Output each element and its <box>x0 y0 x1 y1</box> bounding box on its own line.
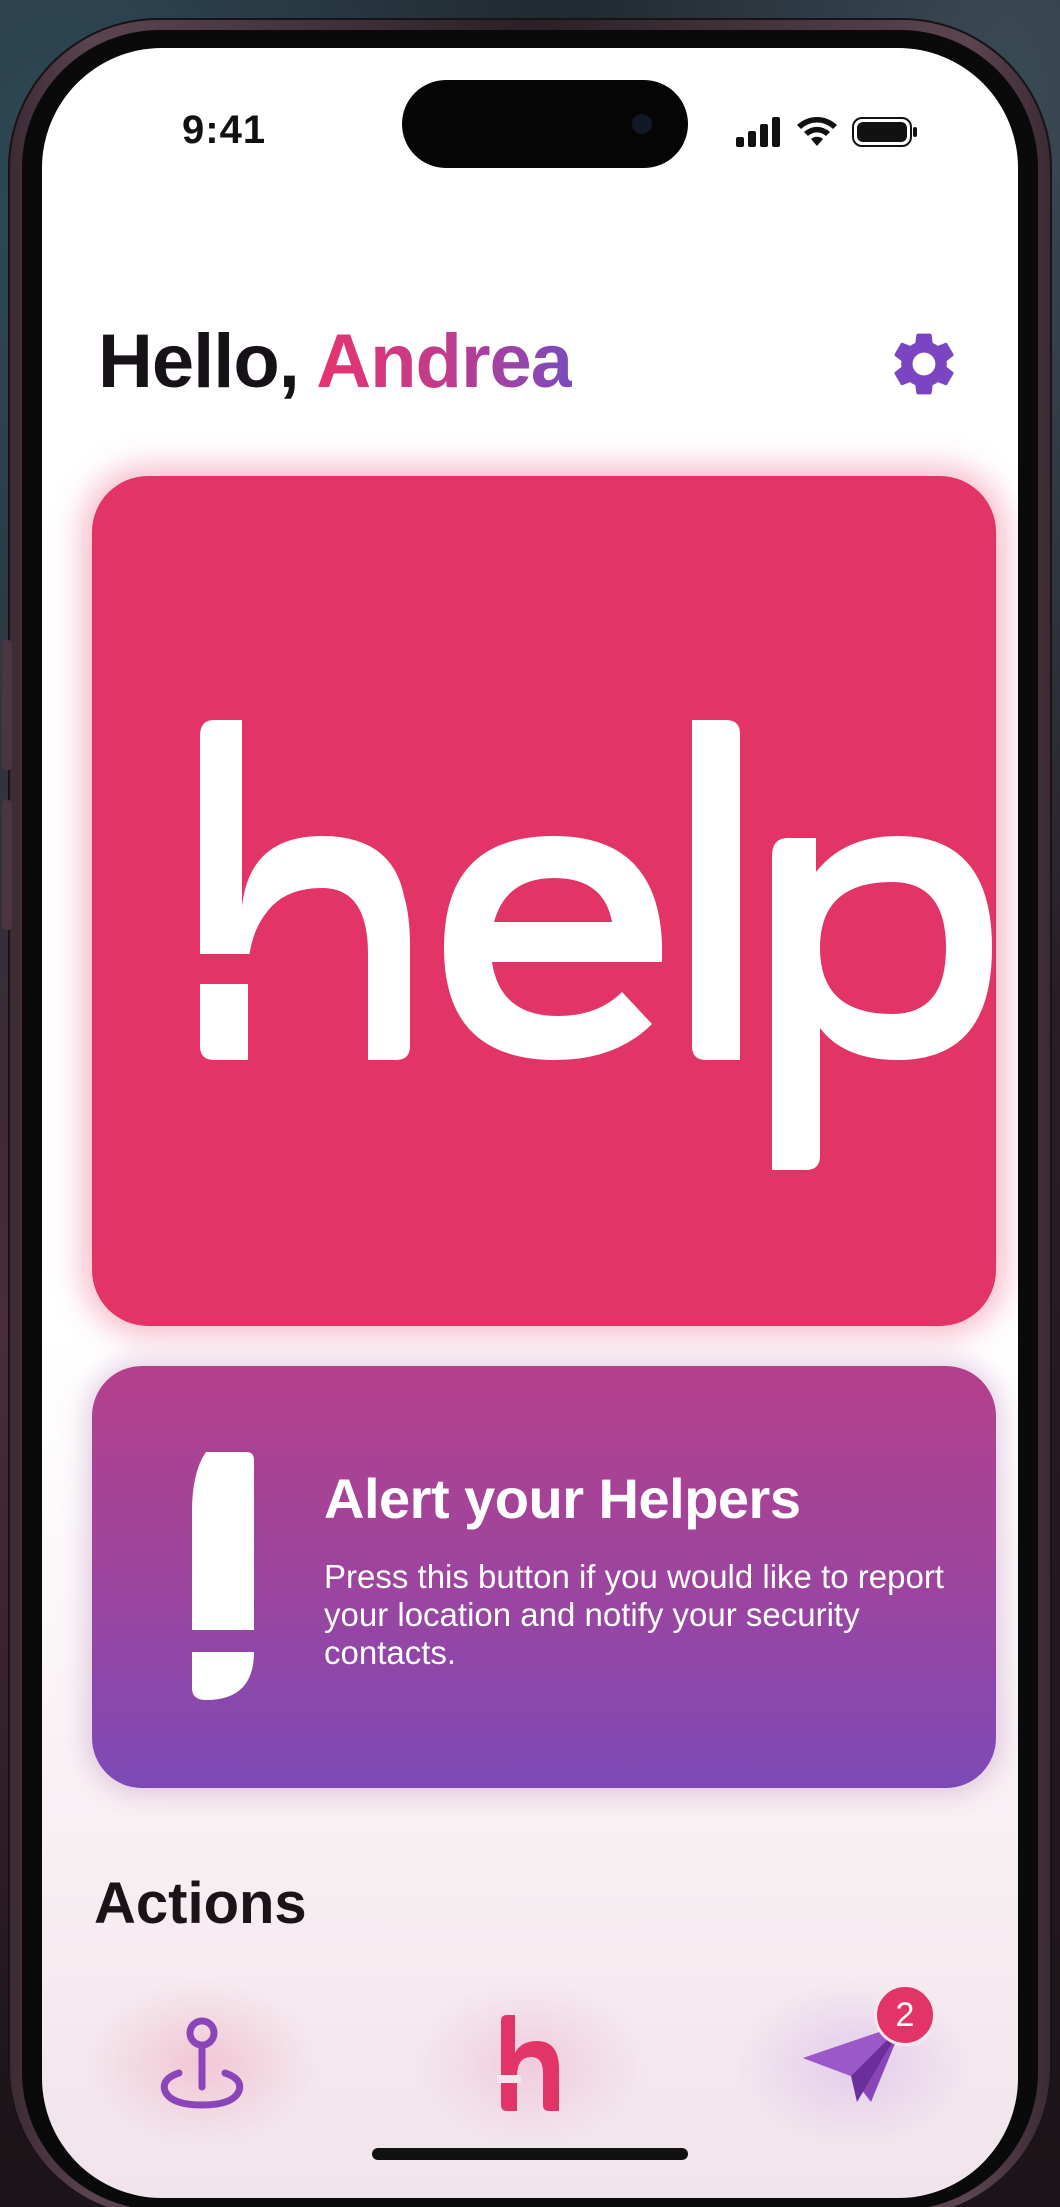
gear-icon <box>894 333 954 395</box>
greeting-prefix: Hello, <box>98 319 300 404</box>
alert-title: Alert your Helpers <box>324 1467 801 1530</box>
status-icons <box>736 116 918 148</box>
dynamic-island <box>402 80 688 168</box>
wifi-icon <box>797 117 837 146</box>
alert-description: Press this button if you would like to r… <box>324 1558 944 1671</box>
signal-icon <box>736 117 780 147</box>
page-title: Hello, Andrea <box>98 318 573 405</box>
help-button[interactable] <box>92 476 996 1326</box>
user-name: Andrea <box>316 319 573 404</box>
exclamation-icon <box>192 1452 254 1700</box>
location-pin-icon <box>160 2017 244 2109</box>
volume-up-button <box>2 640 12 770</box>
help-logo-icon <box>497 2015 559 2111</box>
alert-helpers-card[interactable]: Alert your Helpers Press this button if … <box>92 1366 996 1788</box>
battery-icon <box>852 117 917 147</box>
volume-down-button <box>2 800 12 930</box>
tab-bar: 2 <box>42 1968 1018 2198</box>
home-indicator[interactable] <box>372 2148 688 2160</box>
notification-badge: 2 <box>874 1984 936 2046</box>
tab-map[interactable] <box>82 1978 322 2148</box>
front-camera <box>632 114 652 134</box>
help-logo-icon <box>196 720 992 1170</box>
tab-help[interactable] <box>410 1978 650 2148</box>
settings-button[interactable] <box>886 326 962 402</box>
status-time: 9:41 <box>182 108 267 152</box>
actions-heading: Actions <box>94 1871 307 1936</box>
tab-messages[interactable]: 2 <box>734 1978 974 2148</box>
app-screen: 9:41 Hello, Andrea Alert your Helpers Pr… <box>42 48 1018 2198</box>
